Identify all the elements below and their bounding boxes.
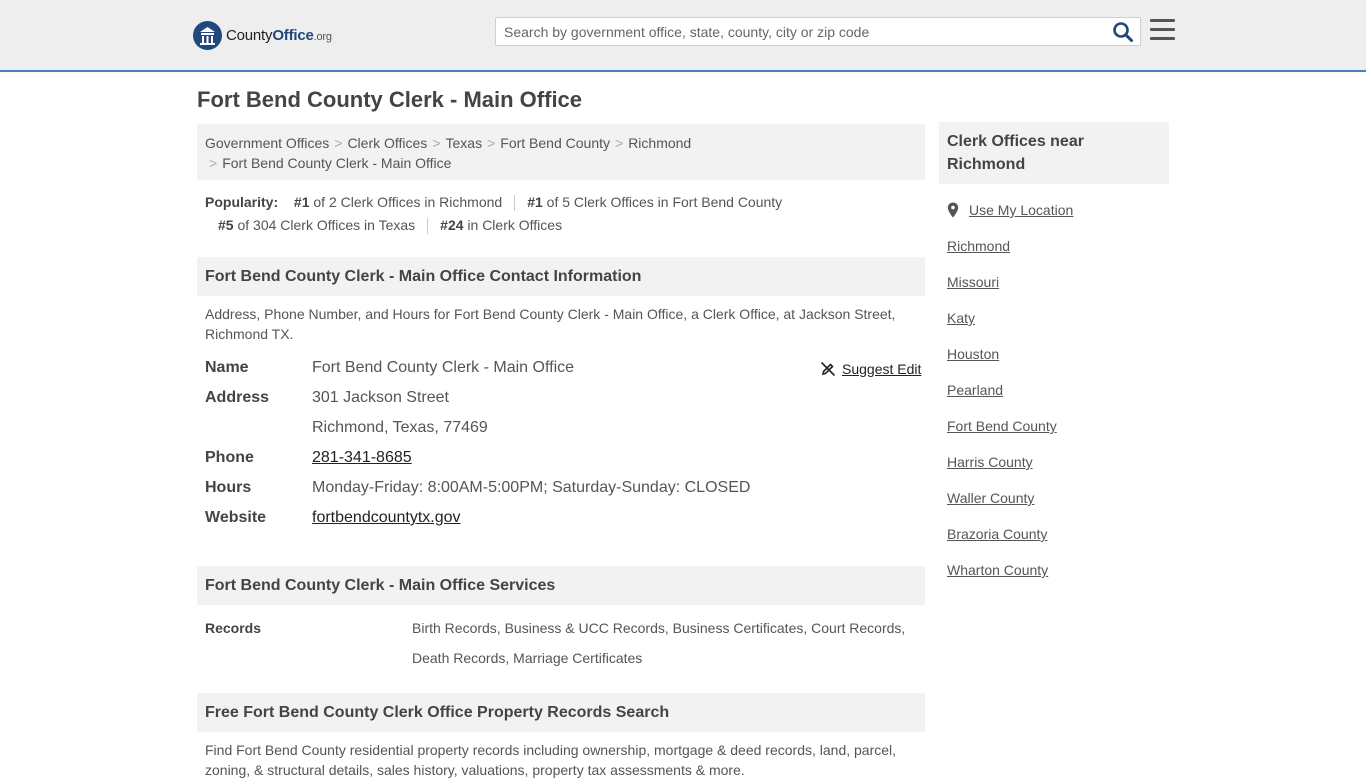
popularity-rank: #1	[527, 194, 543, 210]
sidebar-link-missouri[interactable]: Missouri	[947, 272, 1167, 308]
popularity-text: of 2 Clerk Offices in Richmond	[309, 194, 503, 210]
sidebar-link-pearland[interactable]: Pearland	[947, 380, 1167, 416]
breadcrumb-current: Fort Bend County Clerk - Main Office	[222, 155, 452, 171]
logo-brand-tld: .org	[313, 30, 332, 43]
records-value: Birth Records, Business & UCC Records, B…	[412, 620, 906, 666]
top-header: CountyOffice.org	[0, 0, 1366, 72]
popularity-item: #1 of 2 Clerk Offices in Richmond	[294, 191, 502, 214]
hamburger-line	[1150, 37, 1175, 40]
hamburger-menu-button[interactable]	[1150, 19, 1175, 41]
website-value: fortbendcountytx.gov	[312, 503, 461, 533]
breadcrumb-separator: >	[487, 135, 496, 151]
search-button[interactable]	[1112, 21, 1136, 43]
popularity-rank: #24	[440, 217, 464, 233]
search-bar	[495, 17, 1141, 46]
contact-description: Address, Phone Number, and Hours for For…	[205, 306, 896, 342]
popularity-item: #5 of 304 Clerk Offices in Texas	[218, 214, 415, 237]
popularity-divider	[427, 218, 429, 235]
sidebar-link-waller-county[interactable]: Waller County	[947, 488, 1167, 524]
search-input[interactable]	[496, 18, 1106, 45]
property-description: Find Fort Bend County residential proper…	[205, 742, 897, 778]
contact-section-heading: Fort Bend County Clerk - Main Office Con…	[197, 257, 925, 296]
breadcrumb-separator: >	[615, 135, 624, 151]
hours-value: Monday-Friday: 8:00AM-5:00PM; Saturday-S…	[312, 479, 751, 496]
logo-brand-mid: Office	[272, 26, 314, 44]
sidebar-link-katy[interactable]: Katy	[947, 308, 1167, 344]
popularity-rank: #5	[218, 217, 234, 233]
services-section-heading: Fort Bend County Clerk - Main Office Ser…	[197, 566, 925, 605]
breadcrumb-government-offices[interactable]: Government Offices	[205, 135, 329, 151]
sidebar-link-houston[interactable]: Houston	[947, 344, 1167, 380]
office-name-value: Fort Bend County Clerk - Main Office	[312, 359, 575, 376]
address-line1: 301 Jackson Street	[312, 389, 449, 406]
hamburger-menu-icon	[1150, 19, 1175, 22]
breadcrumb-texas[interactable]: Texas	[446, 135, 483, 151]
records-label: Records	[205, 620, 262, 636]
website-link[interactable]: fortbendcountytx.gov	[312, 509, 461, 526]
suggest-edit-link[interactable]: Suggest Edit	[820, 358, 921, 380]
popularity-item: #1 of 5 Clerk Offices in Fort Bend Count…	[527, 191, 782, 214]
suggest-edit-text[interactable]: Suggest Edit	[842, 358, 921, 380]
sidebar-link-brazoria-county[interactable]: Brazoria County	[947, 524, 1167, 560]
page-title: Fort Bend County Clerk - Main Office	[197, 87, 583, 112]
popularity-text: of 304 Clerk Offices in Texas	[233, 217, 416, 233]
edit-off-icon	[820, 361, 836, 377]
breadcrumb-fort-bend-county[interactable]: Fort Bend County	[500, 135, 610, 151]
popularity-label: Popularity:	[205, 194, 279, 210]
logo-brand-strong: County	[226, 26, 273, 44]
popularity-divider	[514, 195, 516, 212]
breadcrumb-clerk-offices[interactable]: Clerk Offices	[347, 135, 427, 151]
popularity-rank: #1	[293, 194, 310, 210]
popularity-text: of 5 Clerk Offices in Fort Bend County	[542, 194, 783, 210]
property-section-heading: Free Fort Bend County Clerk Office Prope…	[197, 693, 925, 732]
hamburger-line	[1150, 28, 1175, 31]
popularity-item: #24 in Clerk Offices	[440, 214, 562, 237]
popularity-text: in Clerk Offices	[463, 217, 563, 233]
popularity: Popularity: #1 of 2 Clerk Offices in Ric…	[205, 191, 925, 237]
sidebar-link-harris-county[interactable]: Harris County	[947, 452, 1167, 488]
hours-label: Hours	[205, 479, 252, 496]
breadcrumb-separator: >	[334, 135, 343, 151]
breadcrumb-separator: >	[432, 135, 441, 151]
sidebar-link-richmond[interactable]: Richmond	[947, 236, 1167, 272]
sidebar-links: Use My Location Richmond Missouri Katy H…	[947, 200, 1167, 596]
address-line2: Richmond, Texas, 77469	[312, 419, 488, 436]
website-label: Website	[205, 509, 267, 526]
breadcrumb: Government Offices > Clerk Offices > Texas > F…	[197, 124, 925, 180]
sidebar-link-wharton-county[interactable]: Wharton County	[947, 560, 1167, 596]
name-label: Name	[205, 359, 249, 376]
phone-value: 281-341-8685	[312, 443, 412, 473]
search-icon	[1113, 22, 1133, 42]
breadcrumb-separator: >	[209, 155, 218, 171]
breadcrumb-richmond[interactable]: Richmond	[628, 135, 691, 151]
phone-label: Phone	[205, 449, 254, 466]
logo-text: CountyOffice.org	[226, 27, 332, 44]
sidebar-link-fort-bend-county[interactable]: Fort Bend County	[947, 416, 1167, 452]
logo-badge-icon	[193, 20, 222, 50]
phone-link[interactable]: 281-341-8685	[312, 449, 412, 466]
address-label: Address	[205, 389, 270, 406]
site-logo[interactable]: CountyOffice.org	[193, 20, 332, 50]
use-my-location[interactable]: Use My Location	[947, 200, 1167, 236]
location-pin-icon	[947, 202, 959, 218]
sidebar-heading: Clerk Offices near Richmond	[939, 122, 1169, 184]
use-my-location-link[interactable]: Use My Location	[969, 200, 1073, 220]
